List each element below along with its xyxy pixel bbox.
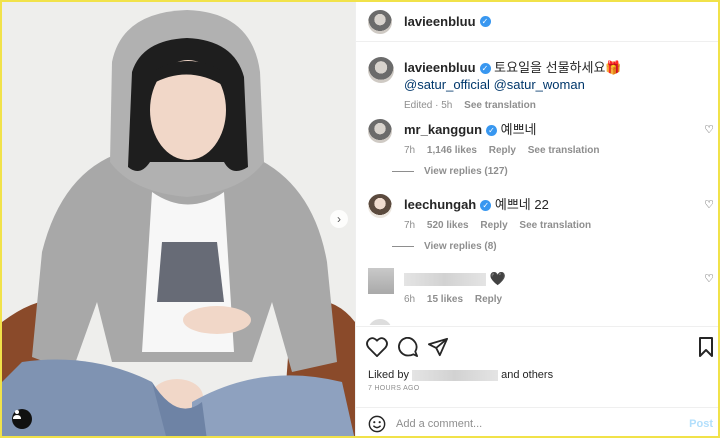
view-replies-button[interactable]: View replies (8)	[392, 241, 497, 252]
comment-time: 7h	[404, 145, 416, 156]
post-window: › lavieenbluu ✓ lavieenbluu ✓ 토요일을 선물하세요🎁	[0, 0, 720, 438]
comment-input[interactable]	[396, 417, 666, 430]
caption-avatar[interactable]	[368, 57, 394, 83]
comment-text: 예쁘네	[500, 122, 537, 137]
replies-divider	[392, 246, 414, 247]
next-photo-button[interactable]: ›	[330, 210, 348, 228]
post-side-panel: lavieenbluu ✓ lavieenbluu ✓ 토요일을 선물하세요🎁 @…	[355, 2, 718, 436]
action-icons	[366, 337, 716, 361]
caption-text: 토요일을 선물하세요🎁	[494, 60, 622, 75]
author-username[interactable]: lavieenbluu	[404, 14, 476, 29]
comment-time: 7h	[404, 220, 416, 231]
comment-item-partial	[368, 319, 668, 325]
post-photo[interactable]: ›	[2, 2, 355, 436]
comment-avatar-blurred[interactable]	[368, 268, 394, 294]
liked-by-prefix: Liked by	[368, 369, 409, 381]
paper-plane-icon[interactable]	[428, 337, 448, 357]
reply-button[interactable]: Reply	[480, 220, 507, 231]
user-tag-icon	[13, 410, 21, 419]
comment-like-icon[interactable]: ♡	[704, 272, 714, 285]
user-tag-button[interactable]	[12, 409, 32, 429]
blurred-username	[404, 273, 486, 287]
heart-icon[interactable]	[366, 337, 388, 357]
comment-avatar[interactable]	[368, 194, 392, 218]
liked-by: Liked by and others	[368, 369, 553, 381]
comment-likes[interactable]: 15 likes	[427, 294, 463, 305]
comment-icon[interactable]	[398, 337, 418, 357]
comment-like-icon[interactable]: ♡	[704, 198, 714, 211]
blurred-liker[interactable]	[412, 369, 499, 381]
view-replies-label: View replies (127)	[424, 166, 508, 177]
see-translation-link[interactable]: See translation	[464, 100, 536, 111]
comment-username[interactable]: mr_kanggun	[404, 122, 482, 137]
author-avatar[interactable]	[368, 9, 392, 34]
comment-likes[interactable]: 1,146 likes	[427, 145, 477, 156]
add-comment-bar: Post	[356, 407, 718, 436]
post-header: lavieenbluu ✓	[356, 2, 718, 42]
comment-avatar[interactable]	[368, 119, 392, 143]
post-timestamp[interactable]: 7 HOURS AGO	[368, 385, 420, 392]
chevron-right-icon: ›	[337, 212, 341, 226]
verified-badge-icon: ✓	[480, 200, 492, 212]
replies-divider	[392, 171, 414, 172]
comment-time: 6h	[404, 294, 416, 305]
see-translation-link[interactable]: See translation	[519, 220, 591, 231]
caption-edited: Edited · 5h	[404, 100, 453, 111]
view-replies-button[interactable]: View replies (127)	[392, 166, 508, 177]
post-comment-button[interactable]: Post	[689, 418, 713, 430]
comment-like-icon[interactable]: ♡	[704, 123, 714, 136]
comment-text: 🖤	[489, 271, 506, 286]
comment-text: 예쁘네 22	[494, 197, 549, 212]
liked-by-suffix[interactable]: and others	[501, 369, 553, 381]
comment-username[interactable]: leechungah	[404, 197, 476, 212]
verified-badge-icon: ✓	[479, 16, 491, 27]
bookmark-icon[interactable]	[698, 337, 714, 357]
mention-link[interactable]: @satur_official	[404, 77, 490, 92]
comments-list[interactable]: lavieenbluu ✓ 토요일을 선물하세요🎁 @satur_official…	[356, 43, 718, 325]
verified-badge-icon: ✓	[486, 125, 498, 137]
reply-button[interactable]: Reply	[489, 145, 516, 156]
verified-badge-icon: ✓	[479, 63, 491, 75]
photo-illustration	[2, 2, 355, 436]
comment-likes[interactable]: 520 likes	[427, 220, 469, 231]
see-translation-link[interactable]: See translation	[528, 145, 600, 156]
view-replies-label: View replies (8)	[424, 241, 497, 252]
emoji-icon[interactable]	[368, 415, 386, 433]
post-actions: Liked by and others 7 HOURS AGO Post	[356, 326, 718, 436]
caption-username[interactable]: lavieenbluu	[404, 60, 476, 75]
reply-button[interactable]: Reply	[475, 294, 502, 305]
mention-link[interactable]: @satur_woman	[494, 77, 585, 92]
